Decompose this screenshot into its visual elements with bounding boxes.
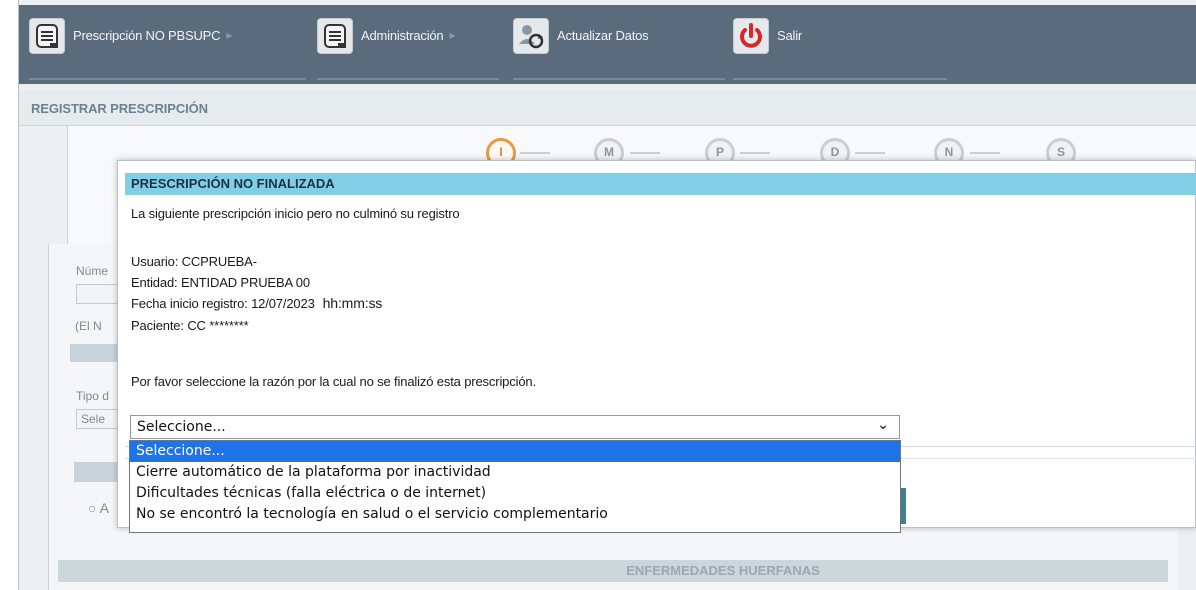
tipo-select[interactable]: Sele xyxy=(76,409,118,429)
dialog-title: PRESCRIPCIÓN NO FINALIZADA xyxy=(125,173,1196,195)
nav-label: Actualizar Datos xyxy=(557,28,649,43)
option-cierre-automatico[interactable]: Cierre automático de la plataforma por i… xyxy=(130,462,900,483)
radio-option[interactable]: ○ A xyxy=(88,500,109,516)
top-navigation-bar: Prescripción NO PBSUPC ▸ Administración … xyxy=(19,5,1196,84)
nav-item-actualizar-datos[interactable]: Actualizar Datos xyxy=(513,18,727,80)
enfermedades-huerfanas-header: ENFERMEDADES HUERFANAS xyxy=(58,560,1168,582)
reason-select[interactable]: Seleccione... ⌄ xyxy=(130,415,900,439)
power-icon xyxy=(733,18,769,54)
nav-label: Prescripción NO PBSUPC xyxy=(73,28,221,43)
nav-item-administracion[interactable]: Administración ▸ xyxy=(317,18,507,80)
usuario-text: Usuario: CCPRUEBA- xyxy=(131,254,257,269)
nav-label: Salir xyxy=(777,28,803,43)
option-seleccione[interactable]: Seleccione... xyxy=(130,441,900,462)
chevron-right-icon: ▸ xyxy=(226,28,233,42)
numero-input[interactable] xyxy=(76,284,118,304)
instruction-text: Por favor seleccione la razón por la cua… xyxy=(131,374,536,389)
entidad-text: Entidad: ENTIDAD PRUEBA 00 xyxy=(131,275,310,290)
document-icon xyxy=(29,18,65,54)
dialog-button[interactable] xyxy=(901,488,906,524)
option-dificultades-tecnicas[interactable]: Dificultades técnicas (falla eléctrica o… xyxy=(130,483,900,504)
reason-select-value: Seleccione... xyxy=(137,419,226,435)
nav-label: Administración xyxy=(361,28,444,43)
note-text: (El N xyxy=(75,319,102,333)
section-title: REGISTRAR PRESCRIPCIÓN xyxy=(19,90,1196,126)
hora-text: hh:mm:ss xyxy=(322,295,383,311)
numero-label: Núme xyxy=(76,264,109,278)
fecha-row: Fecha inicio registro: 12/07/2023 hh:mm:s… xyxy=(131,295,382,311)
reason-options-list: Seleccione... Cierre automático de la pl… xyxy=(129,440,901,533)
user-refresh-icon xyxy=(513,18,549,54)
nav-item-prescripcion[interactable]: Prescripción NO PBSUPC ▸ xyxy=(29,18,309,80)
chevron-right-icon: ▸ xyxy=(449,28,456,42)
tipo-label: Tipo d xyxy=(76,389,109,403)
paciente-text: Paciente: CC ******** xyxy=(131,318,249,333)
chevron-down-icon: ⌄ xyxy=(877,417,889,433)
option-tecnologia-no-encontrada[interactable]: No se encontró la tecnología en salud o … xyxy=(130,504,900,525)
nav-item-salir[interactable]: Salir xyxy=(733,18,947,80)
dialog-intro: La siguiente prescripción inicio pero no… xyxy=(131,206,460,221)
document-icon xyxy=(317,18,353,54)
fecha-text: Fecha inicio registro: 12/07/2023 xyxy=(131,296,315,311)
